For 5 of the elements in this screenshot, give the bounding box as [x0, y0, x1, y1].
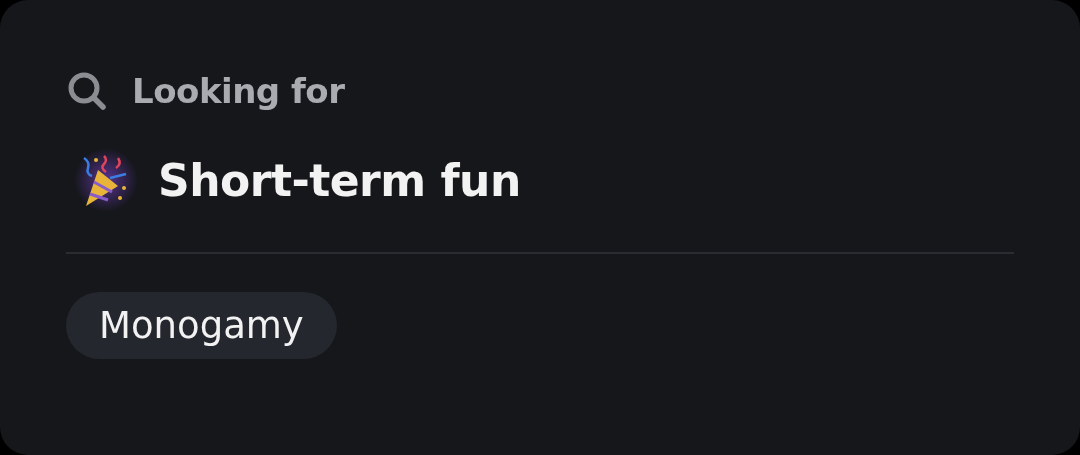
search-icon [66, 70, 108, 112]
section-value: Short-term fun [158, 154, 521, 206]
tag-chip: Monogamy [66, 292, 337, 359]
party-popper-icon [74, 148, 138, 212]
section-heading: Looking for [132, 71, 345, 111]
